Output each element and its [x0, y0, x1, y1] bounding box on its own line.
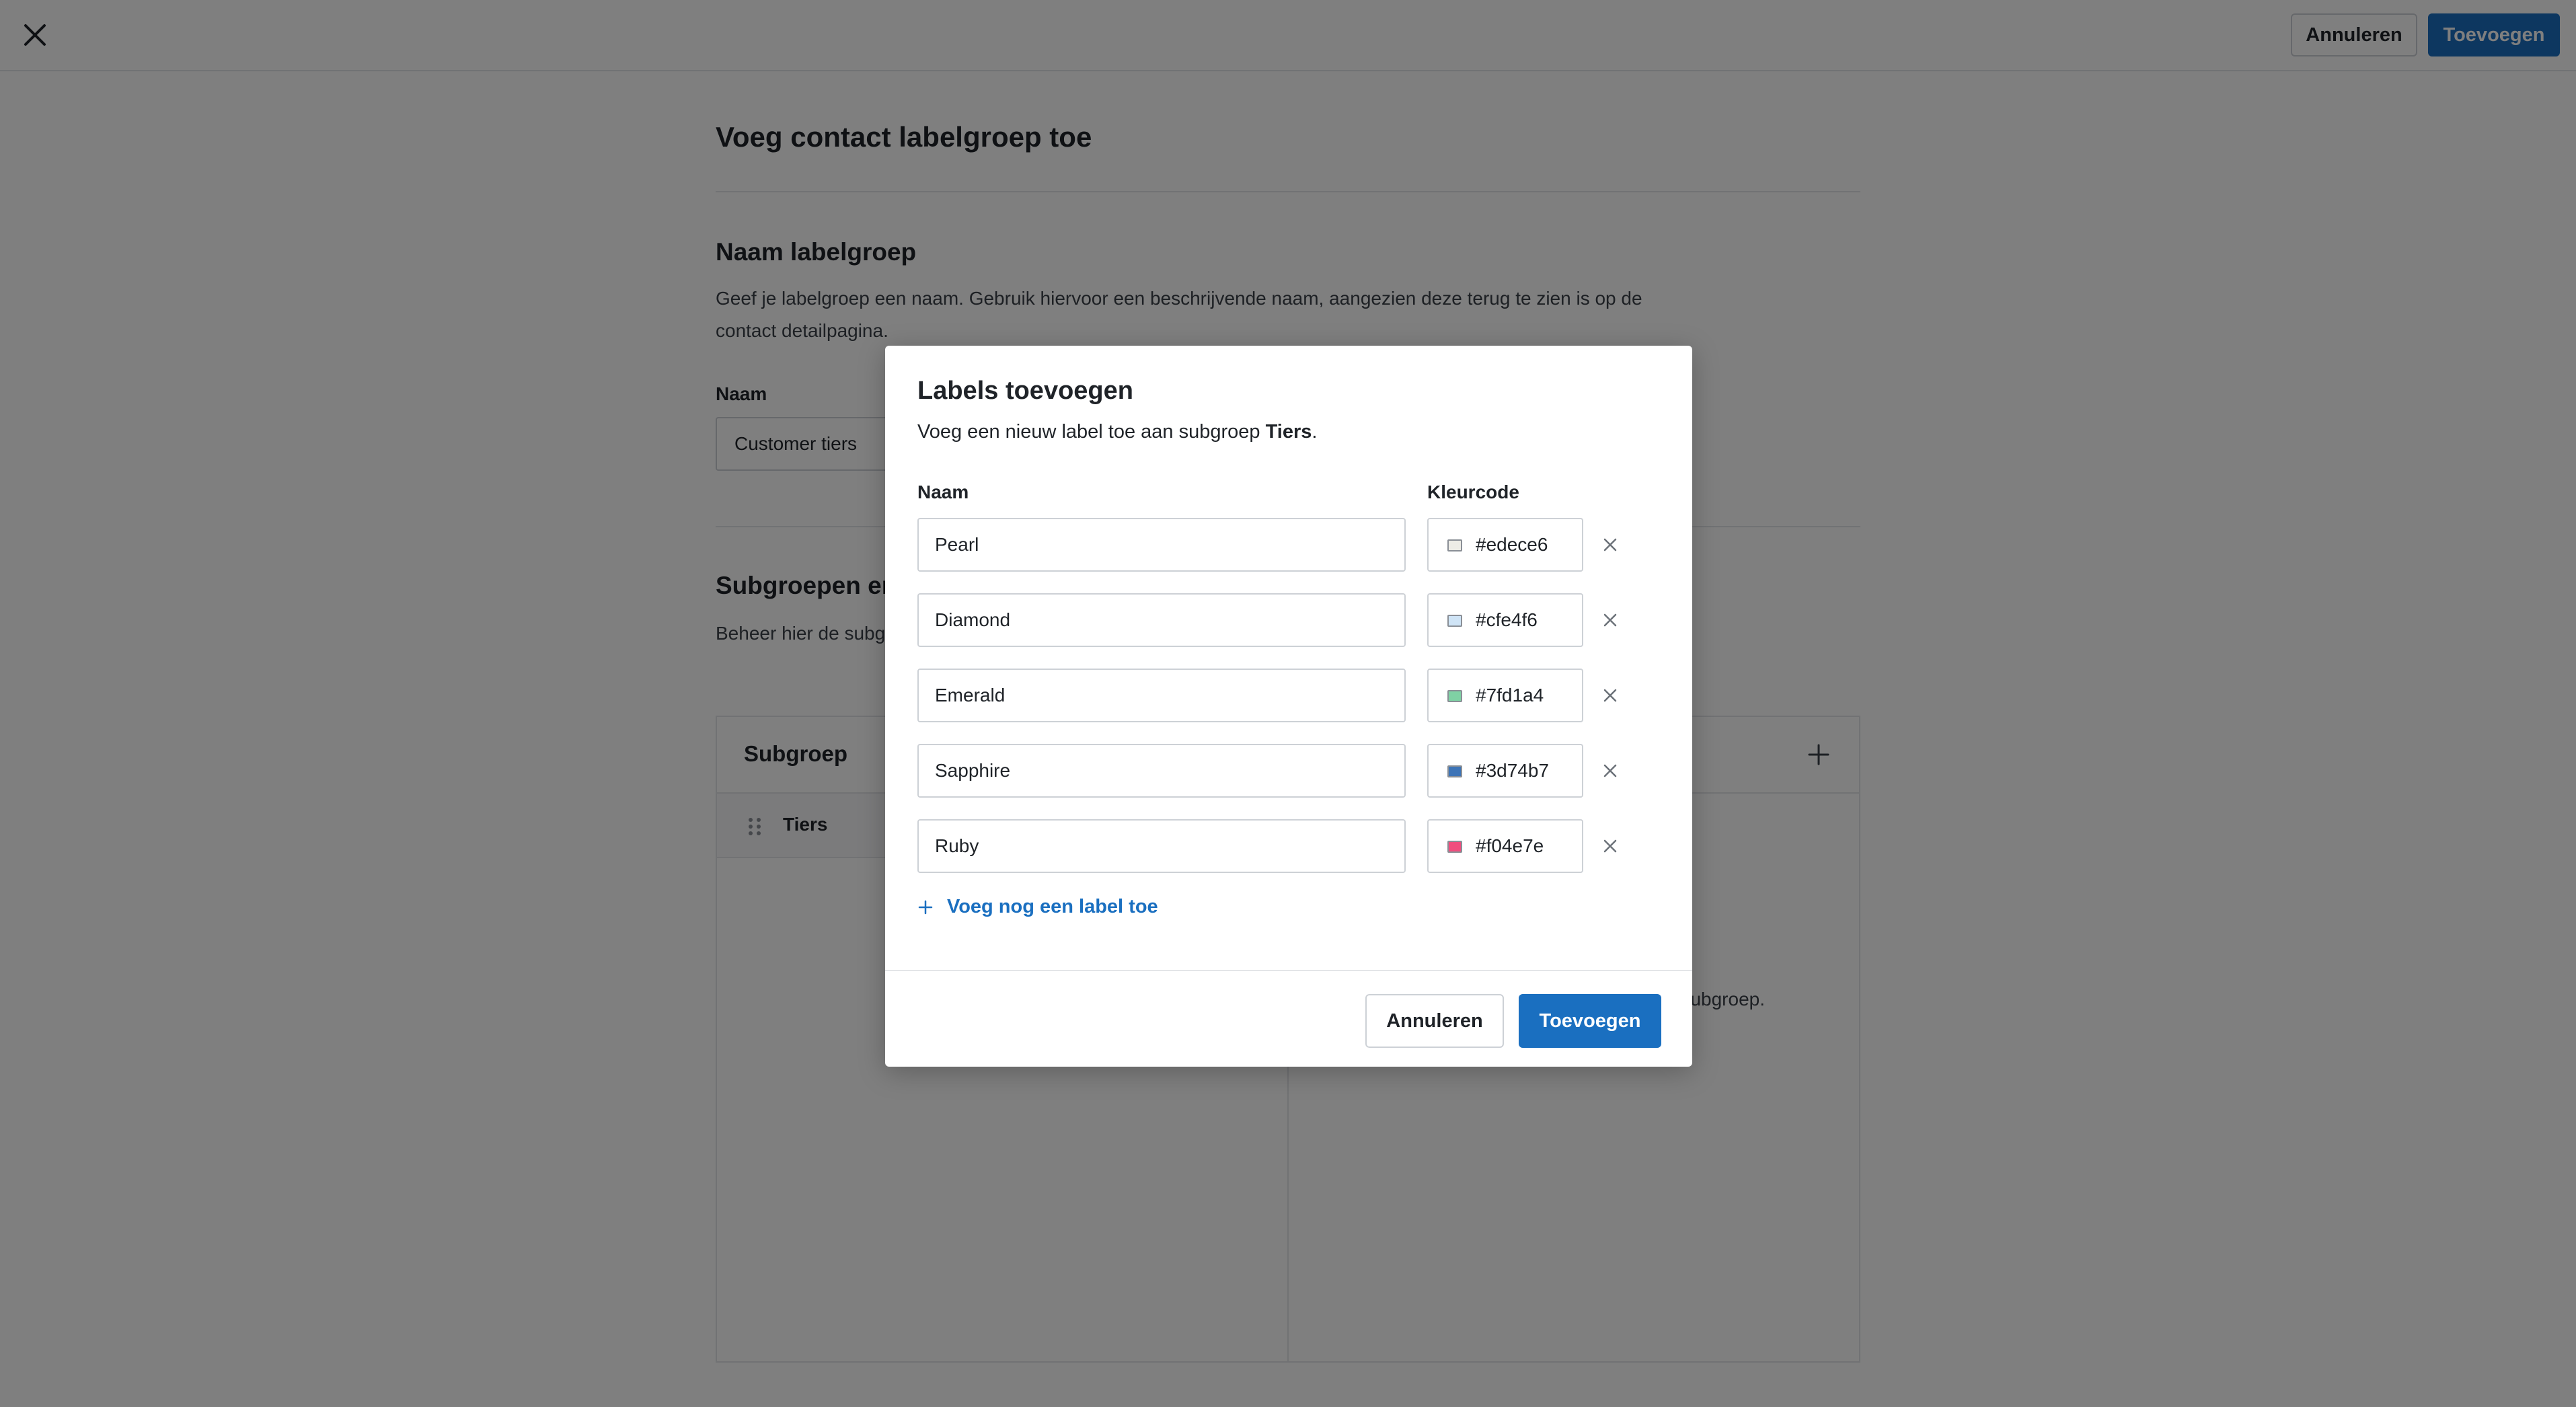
color-code: #cfe4f6: [1476, 609, 1538, 630]
name-column-label: Naam: [917, 482, 969, 502]
label-name-input[interactable]: Emerald: [917, 669, 1406, 722]
modal-footer: Annuleren Toevoegen: [885, 970, 1692, 1067]
color-swatch: [1447, 615, 1462, 627]
color-code: #3d74b7: [1476, 760, 1550, 781]
label-name-input[interactable]: Ruby: [917, 819, 1406, 873]
remove-label-icon[interactable]: [1599, 534, 1621, 556]
remove-label-icon[interactable]: [1599, 760, 1621, 782]
label-name-input[interactable]: Diamond: [917, 593, 1406, 647]
label-name-input[interactable]: Sapphire: [917, 744, 1406, 798]
color-code: #edece6: [1476, 534, 1548, 555]
add-labels-modal: Labels toevoegen Voeg een nieuw label to…: [885, 346, 1692, 1067]
remove-label-icon[interactable]: [1599, 685, 1621, 706]
label-color-input[interactable]: #7fd1a4: [1427, 669, 1583, 722]
color-swatch: [1447, 841, 1462, 853]
label-color-input[interactable]: #cfe4f6: [1427, 593, 1583, 647]
color-swatch: [1447, 539, 1462, 552]
label-color-input[interactable]: #edece6: [1427, 518, 1583, 572]
modal-description: Voeg een nieuw label toe aan subgroep Ti…: [917, 421, 1318, 443]
add-another-label-text: Voeg nog een label toe: [947, 896, 1158, 917]
color-swatch: [1447, 765, 1462, 777]
color-code: #f04e7e: [1476, 835, 1544, 856]
plus-icon: [918, 900, 933, 914]
color-code: #7fd1a4: [1476, 685, 1544, 706]
label-color-input[interactable]: #3d74b7: [1427, 744, 1583, 798]
modal-add-button[interactable]: Toevoegen: [1519, 994, 1661, 1048]
add-another-label-link[interactable]: Voeg nog een label toe: [917, 896, 1158, 918]
label-name-input[interactable]: Pearl: [917, 518, 1406, 572]
modal-subgroup-name: Tiers: [1265, 421, 1312, 443]
color-swatch: [1447, 690, 1462, 702]
label-color-input[interactable]: #f04e7e: [1427, 819, 1583, 873]
modal-cancel-button[interactable]: Annuleren: [1365, 994, 1504, 1048]
modal-title: Labels toevoegen: [917, 377, 1133, 405]
remove-label-icon[interactable]: [1599, 609, 1621, 631]
color-column-label: Kleurcode: [1427, 482, 1519, 502]
remove-label-icon[interactable]: [1599, 835, 1621, 857]
